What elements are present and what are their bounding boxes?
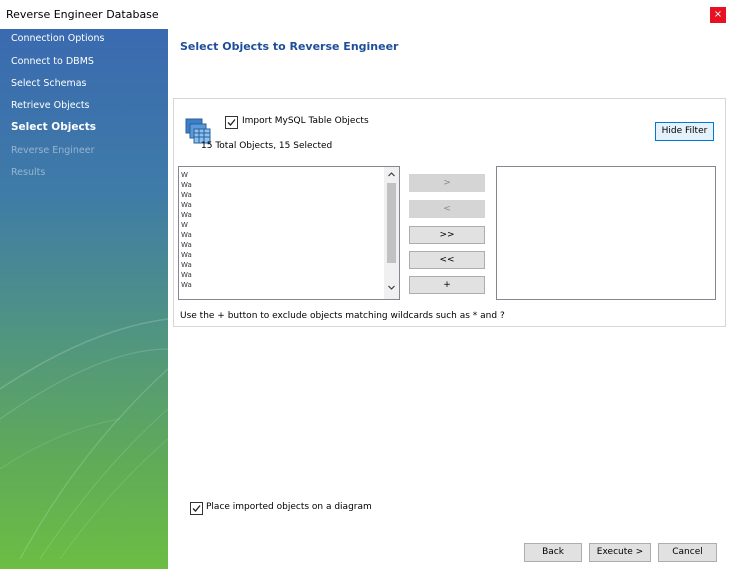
list-item[interactable]: Wa [181,281,192,289]
sidebar-item-retrieve-objects: Retrieve Objects [11,100,90,111]
list-item[interactable]: Wa [181,251,192,259]
list-item[interactable]: Wa [181,181,192,189]
list-scrollbar[interactable] [384,167,399,299]
sidebar-item-results: Results [11,167,46,178]
sidebar-item-select-schemas: Select Schemas [11,78,87,89]
list-item[interactable]: W [181,171,188,179]
list-item[interactable]: Wa [181,201,192,209]
list-item[interactable]: Wa [181,261,192,269]
add-wildcard-button[interactable]: + [409,276,485,294]
scroll-thumb[interactable] [387,183,396,263]
title-bar: Reverse Engineer Database × [0,0,734,29]
scroll-down-icon[interactable] [387,283,396,292]
wizard-sidebar: Connection Options Connect to DBMS Selec… [0,29,168,569]
sidebar-item-select-objects: Select Objects [11,121,96,133]
move-all-left-button[interactable]: << [409,251,485,269]
close-button[interactable]: × [710,7,726,23]
list-item[interactable]: Wa [181,241,192,249]
list-item[interactable]: W [181,221,188,229]
list-item[interactable]: Wa [181,271,192,279]
list-item[interactable]: Wa [181,191,192,199]
sidebar-item-connection-options: Connection Options [11,33,105,44]
import-table-objects-checkbox[interactable] [225,116,238,129]
place-on-diagram-label: Place imported objects on a diagram [206,502,372,512]
scroll-up-icon[interactable] [387,170,396,179]
available-objects-list[interactable]: W Wa Wa Wa Wa W Wa Wa Wa Wa Wa Wa [178,166,400,300]
place-on-diagram-checkbox[interactable] [190,502,203,515]
move-left-button[interactable]: < [409,200,485,218]
sidebar-item-connect-to-dbms: Connect to DBMS [11,56,94,67]
execute-button[interactable]: Execute > [589,543,651,562]
sidebar-item-reverse-engineer: Reverse Engineer [11,145,95,156]
move-all-right-button[interactable]: >> [409,226,485,244]
objects-count-summary: 15 Total Objects, 15 Selected [201,141,333,151]
checkmark-icon [227,119,236,126]
list-item[interactable]: Wa [181,211,192,219]
list-item[interactable]: Wa [181,231,192,239]
wildcard-hint: Use the + button to exclude objects matc… [180,311,505,321]
back-button[interactable]: Back [524,543,582,562]
window-title: Reverse Engineer Database [6,8,159,21]
hide-filter-button[interactable]: Hide Filter [655,122,714,141]
import-table-objects-label: Import MySQL Table Objects [242,116,369,126]
cancel-button[interactable]: Cancel [658,543,717,562]
checkmark-icon [192,505,201,512]
excluded-objects-list[interactable] [496,166,716,300]
move-right-button[interactable]: > [409,174,485,192]
page-title: Select Objects to Reverse Engineer [180,40,399,53]
